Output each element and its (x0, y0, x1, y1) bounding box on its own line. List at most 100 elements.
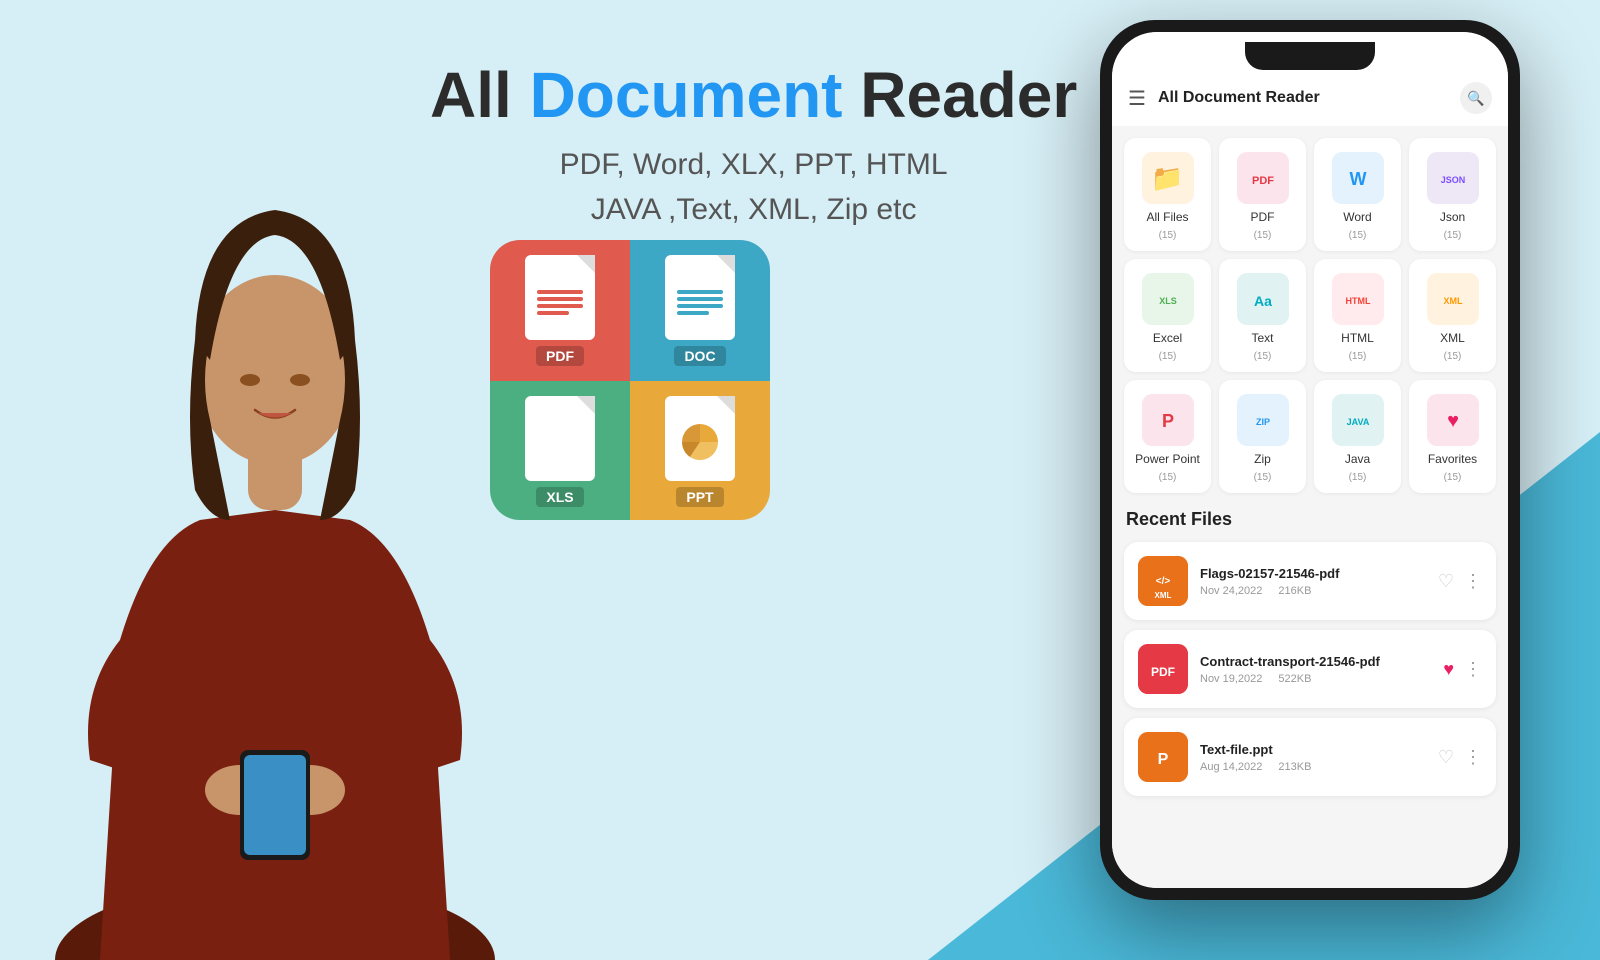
all-files-name: All Files (1146, 210, 1188, 224)
recent-file-1-icon: </> XML (1138, 556, 1188, 606)
app-content: 📁 All Files (15) PDF PDF (1112, 126, 1508, 888)
recent-file-3-favorite-btn[interactable]: ♡ (1438, 747, 1454, 768)
recent-file-3-name: Text-file.ppt (1200, 742, 1426, 757)
main-title: All Document Reader (430, 60, 1077, 130)
recent-file-1-favorite-btn[interactable]: ♡ (1438, 571, 1454, 592)
java-count: (15) (1349, 472, 1367, 483)
xls-label: XLS (536, 487, 583, 507)
hamburger-icon[interactable]: ☰ (1128, 86, 1146, 111)
xml-name: XML (1440, 331, 1465, 345)
pdf-label: PDF (536, 346, 584, 366)
favorites-name: Favorites (1428, 452, 1477, 466)
powerpoint-name: Power Point (1135, 452, 1200, 466)
app-icons-grid: PDF DOC XLS (490, 240, 770, 520)
doc-doc-icon (665, 255, 735, 340)
recent-file-3-date: Aug 14,2022 (1200, 761, 1262, 773)
svg-text:HTML: HTML (1345, 296, 1370, 306)
recent-file-3-size: 213KB (1278, 761, 1311, 773)
html-count: (15) (1349, 351, 1367, 362)
svg-text:P: P (1158, 751, 1169, 768)
svg-text:XML: XML (1443, 296, 1463, 306)
subtitle-line1: PDF, Word, XLX, PPT, HTML (430, 142, 1077, 187)
recent-file-1-info: Flags-02157-21546-pdf Nov 24,2022 216KB (1200, 566, 1426, 597)
pdf-doc-icon (525, 255, 595, 340)
recent-file-2[interactable]: PDF Contract-transport-21546-pdf Nov 19,… (1124, 630, 1496, 708)
recent-file-3[interactable]: P Text-file.ppt Aug 14,2022 213KB ♡ ⋮ (1124, 718, 1496, 796)
html-name: HTML (1341, 331, 1374, 345)
xls-doc-icon (525, 396, 595, 481)
word-count: (15) (1349, 230, 1367, 241)
pdf-icon-cell: PDF (490, 240, 630, 381)
json-count: (15) (1444, 230, 1462, 241)
all-files-icon: 📁 (1142, 152, 1194, 204)
word-card[interactable]: W Word (15) (1314, 138, 1401, 251)
pdf-name: PDF (1251, 210, 1275, 224)
search-button[interactable]: 🔍 (1460, 82, 1492, 114)
java-name: Java (1345, 452, 1370, 466)
svg-text:</>: </> (1156, 576, 1171, 587)
svg-text:Aa: Aa (1254, 293, 1272, 309)
excel-name: Excel (1153, 331, 1182, 345)
recent-file-2-meta: Nov 19,2022 522KB (1200, 673, 1431, 685)
recent-file-3-more-btn[interactable]: ⋮ (1464, 747, 1482, 768)
svg-text:ZIP: ZIP (1255, 417, 1269, 427)
text-icon: Aa (1237, 273, 1289, 325)
header-section: All Document Reader PDF, Word, XLX, PPT,… (430, 60, 1077, 232)
recent-file-3-actions: ♡ ⋮ (1438, 747, 1482, 768)
zip-name: Zip (1254, 452, 1271, 466)
file-type-grid: 📁 All Files (15) PDF PDF (1124, 138, 1496, 493)
phone-notch (1245, 42, 1375, 70)
xml-card[interactable]: XML XML (15) (1409, 259, 1496, 372)
recent-file-3-meta: Aug 14,2022 213KB (1200, 761, 1426, 773)
recent-file-1-size: 216KB (1278, 585, 1311, 597)
zip-card[interactable]: ZIP Zip (15) (1219, 380, 1306, 493)
zip-icon: ZIP (1237, 394, 1289, 446)
word-name: Word (1343, 210, 1371, 224)
recent-file-3-icon: P (1138, 732, 1188, 782)
app-header-title: All Document Reader (1158, 89, 1448, 107)
zip-count: (15) (1254, 472, 1272, 483)
powerpoint-icon: P (1142, 394, 1194, 446)
ppt-doc-icon (665, 396, 735, 481)
recent-file-1[interactable]: </> XML Flags-02157-21546-pdf Nov 24,202… (1124, 542, 1496, 620)
doc-doc-lines (673, 287, 727, 318)
recent-file-2-favorite-btn[interactable]: ♥ (1443, 659, 1454, 680)
recent-file-2-more-btn[interactable]: ⋮ (1464, 659, 1482, 680)
pdf-card[interactable]: PDF PDF (15) (1219, 138, 1306, 251)
json-card[interactable]: JSON Json (15) (1409, 138, 1496, 251)
ppt-icon-cell: PPT (630, 381, 770, 520)
text-card[interactable]: Aa Text (15) (1219, 259, 1306, 372)
text-name: Text (1251, 331, 1273, 345)
excel-card[interactable]: XLS Excel (15) (1124, 259, 1211, 372)
doc-label: DOC (674, 346, 725, 366)
pdf-doc-lines (533, 287, 587, 318)
json-name: Json (1440, 210, 1465, 224)
svg-text:JSON: JSON (1440, 175, 1465, 185)
recent-file-2-size: 522KB (1278, 673, 1311, 685)
xml-count: (15) (1444, 351, 1462, 362)
ppt-label: PPT (676, 487, 723, 507)
java-icon: JAVA (1332, 394, 1384, 446)
recent-file-2-actions: ♥ ⋮ (1443, 659, 1482, 680)
all-files-count: (15) (1159, 230, 1177, 241)
excel-count: (15) (1159, 351, 1177, 362)
pdf-icon: PDF (1237, 152, 1289, 204)
word-icon: W (1332, 152, 1384, 204)
recent-files-title: Recent Files (1124, 509, 1496, 530)
recent-file-2-info: Contract-transport-21546-pdf Nov 19,2022… (1200, 654, 1431, 685)
recent-file-1-name: Flags-02157-21546-pdf (1200, 566, 1426, 581)
svg-text:PDF: PDF (1252, 175, 1274, 187)
html-card[interactable]: HTML HTML (15) (1314, 259, 1401, 372)
svg-text:PDF: PDF (1151, 665, 1175, 679)
phone-container: ☰ All Document Reader 🔍 📁 All Files (15) (1100, 20, 1520, 900)
json-icon: JSON (1427, 152, 1479, 204)
powerpoint-count: (15) (1159, 472, 1177, 483)
phone-frame: ☰ All Document Reader 🔍 📁 All Files (15) (1100, 20, 1520, 900)
favorites-card[interactable]: ♥ Favorites (15) (1409, 380, 1496, 493)
all-files-card[interactable]: 📁 All Files (15) (1124, 138, 1211, 251)
svg-text:XML: XML (1155, 591, 1172, 600)
recent-file-2-date: Nov 19,2022 (1200, 673, 1262, 685)
recent-file-1-more-btn[interactable]: ⋮ (1464, 571, 1482, 592)
powerpoint-card[interactable]: P Power Point (15) (1124, 380, 1211, 493)
java-card[interactable]: JAVA Java (15) (1314, 380, 1401, 493)
